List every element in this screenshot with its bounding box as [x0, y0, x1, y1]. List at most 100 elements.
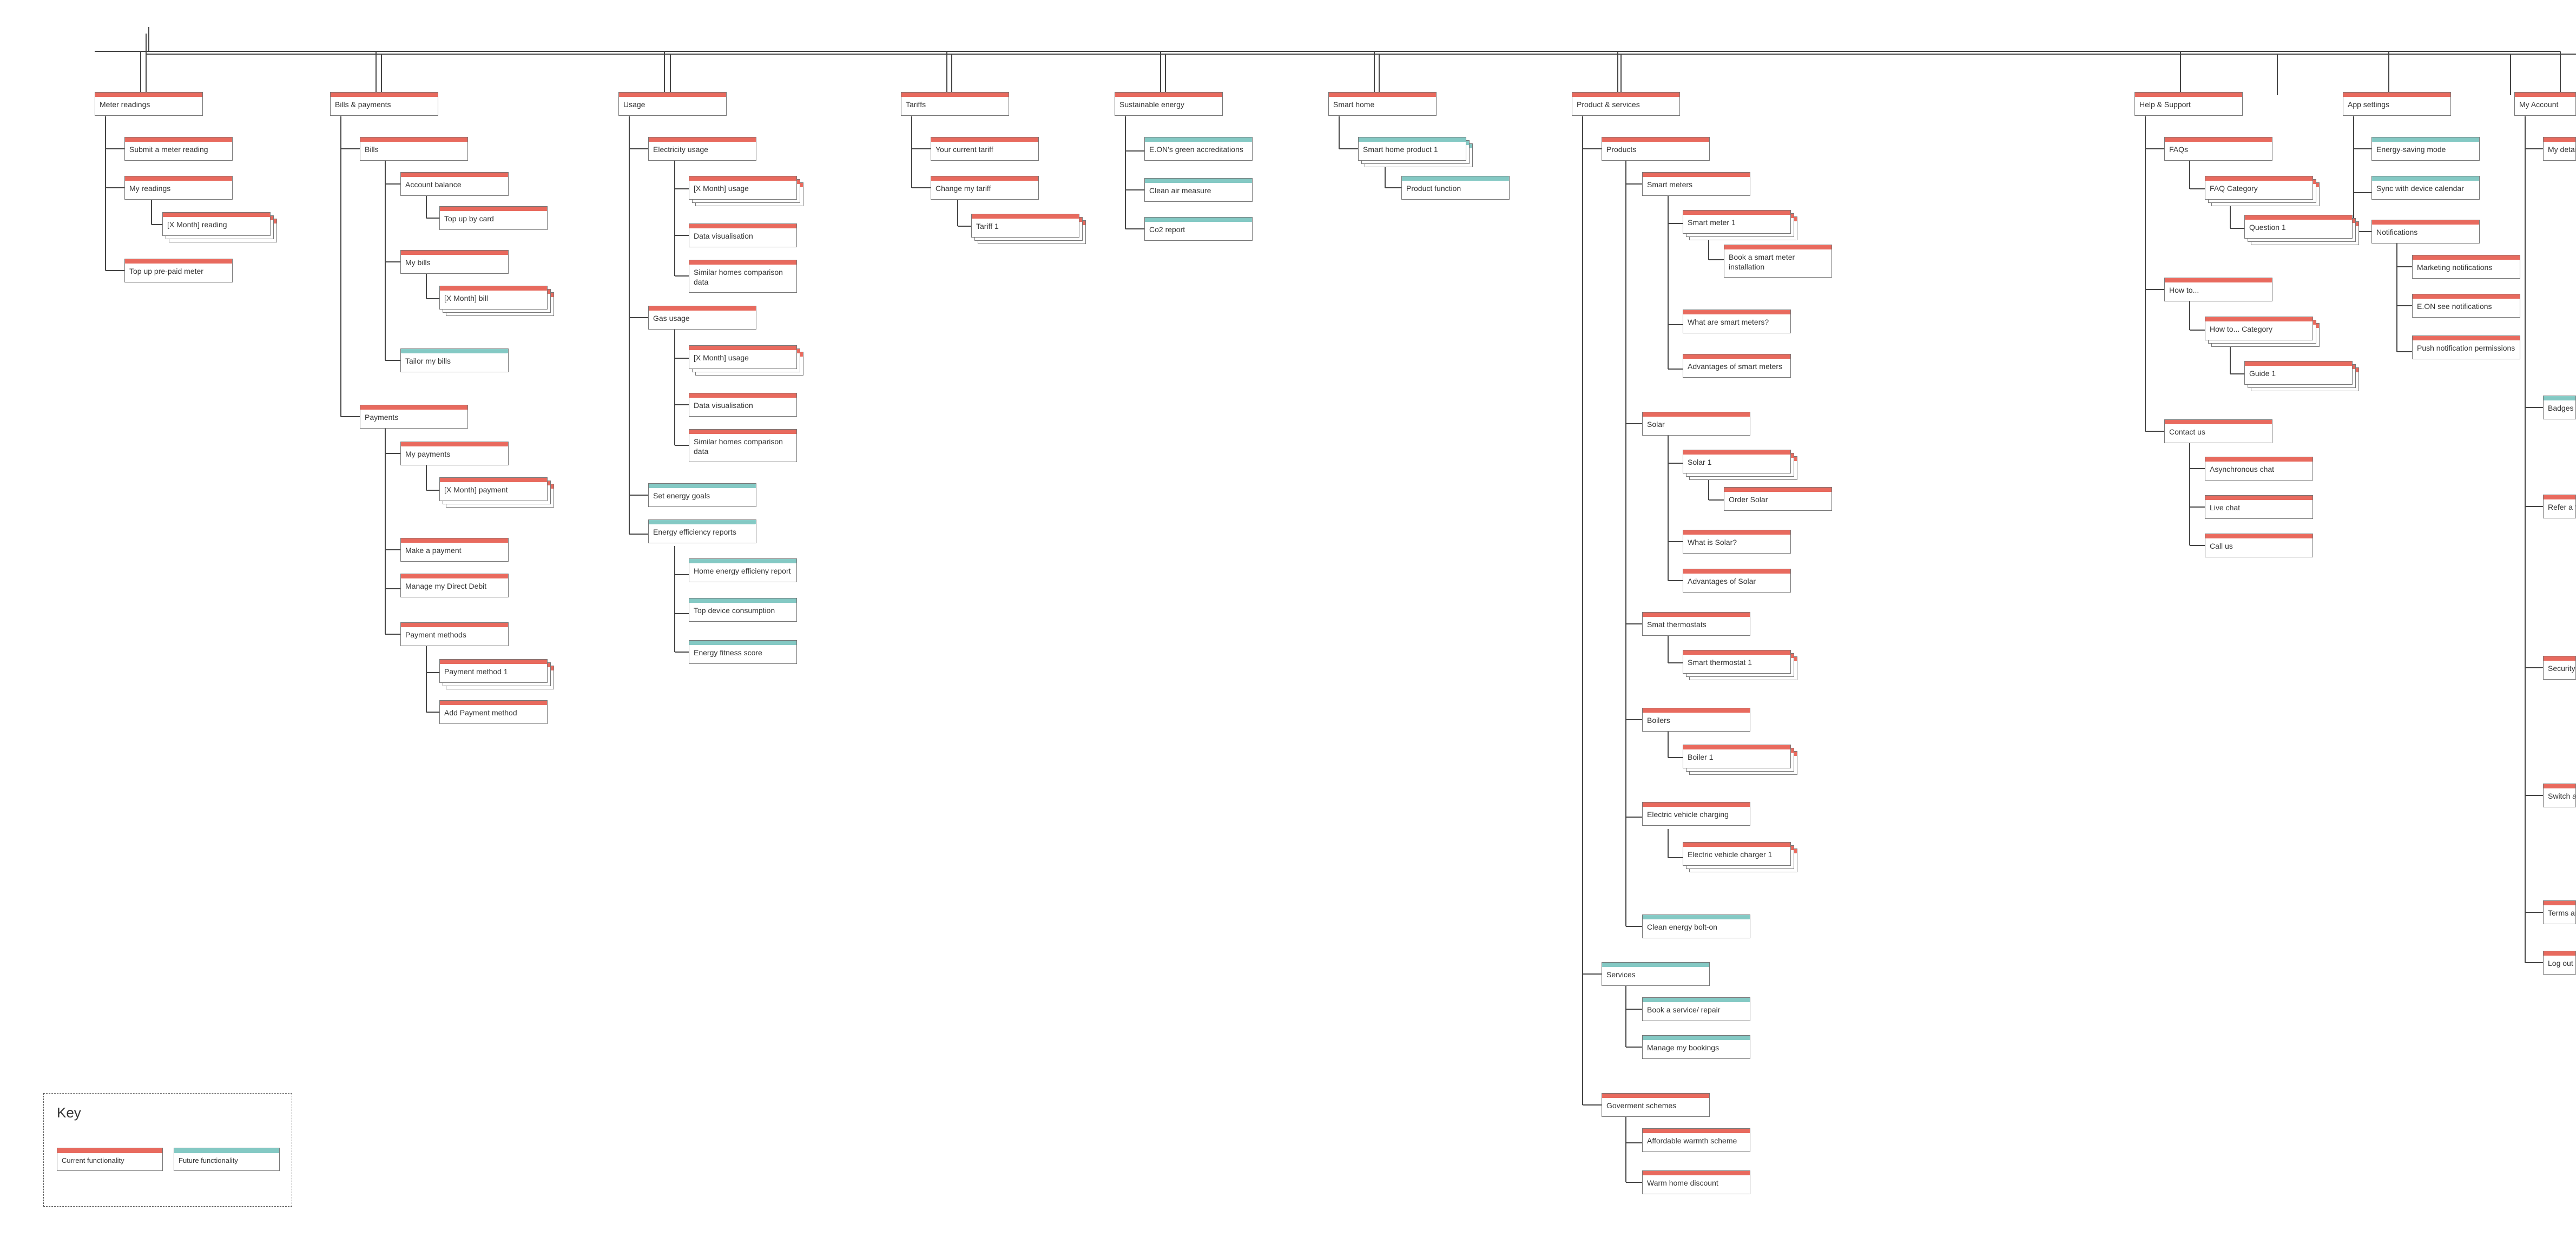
node-gas-dataviz[interactable]: Data visualisation: [689, 393, 797, 417]
node-gas-similar[interactable]: Similar homes comparison data: [689, 429, 797, 462]
node-book-sm[interactable]: Book a smart meter installation: [1724, 245, 1832, 278]
node-smart-meters[interactable]: Smart meters: [1642, 172, 1750, 196]
node-tariffs[interactable]: Tariffs: [901, 92, 1009, 116]
node-top-device[interactable]: Top device consumption: [689, 598, 797, 622]
node-change-tariff[interactable]: Change my tariff: [931, 176, 1039, 200]
node-push-notif[interactable]: Push notification permissions: [2412, 335, 2520, 359]
node-faq-category[interactable]: FAQ Category: [2205, 176, 2320, 206]
node-logout[interactable]: Log out: [2543, 951, 2576, 975]
node-usage[interactable]: Usage: [618, 92, 727, 116]
node-xmonth-payment[interactable]: [X Month] payment: [439, 477, 554, 508]
node-my-bills[interactable]: My bills: [400, 250, 509, 274]
node-products[interactable]: Products: [1602, 137, 1710, 161]
node-marketing-notif[interactable]: Marketing notifications: [2412, 255, 2520, 279]
node-bills[interactable]: Bills: [360, 137, 468, 161]
sitemap-canvas: Meter readings Bills & payments Usage Ta…: [0, 0, 2576, 1237]
node-clean-air[interactable]: Clean air measure: [1144, 178, 1253, 202]
node-what-solar[interactable]: What is Solar?: [1683, 530, 1791, 554]
node-ev[interactable]: Electric vehicle charging: [1642, 802, 1750, 826]
node-products-services[interactable]: Product & services: [1572, 92, 1680, 116]
node-payment-methods[interactable]: Payment methods: [400, 622, 509, 646]
node-sync-calendar[interactable]: Sync with device calendar: [2371, 176, 2480, 200]
label: Energy-saving mode: [2372, 142, 2479, 160]
node-topup-prepaid[interactable]: Top up pre-paid meter: [124, 259, 233, 282]
node-boiler1[interactable]: Boiler 1: [1683, 745, 1797, 775]
node-order-solar[interactable]: Order Solar: [1724, 487, 1832, 511]
node-adv-sm[interactable]: Advantages of smart meters: [1683, 354, 1791, 378]
node-terms[interactable]: Terms and conditions: [2543, 900, 2576, 924]
node-submit-reading[interactable]: Submit a meter reading: [124, 137, 233, 161]
node-topup-card[interactable]: Top up by card: [439, 206, 548, 230]
node-help-support[interactable]: Help & Support: [2134, 92, 2243, 116]
node-howto[interactable]: How to...: [2164, 278, 2272, 301]
node-contact-us[interactable]: Contact us: [2164, 419, 2272, 443]
node-ev1[interactable]: Electric vehicle charger 1: [1683, 842, 1797, 872]
node-guide-1[interactable]: Guide 1: [2244, 361, 2359, 391]
node-home-report[interactable]: Home energy efficieny report: [689, 558, 797, 582]
node-elec-dataviz[interactable]: Data visualisation: [689, 223, 797, 247]
node-elec-xmonth[interactable]: [X Month] usage: [689, 176, 803, 206]
node-govt-schemes[interactable]: Goverment schemes: [1602, 1093, 1710, 1117]
node-xmonth-bill[interactable]: [X Month] bill: [439, 286, 554, 316]
node-fitness-score[interactable]: Energy fitness score: [689, 640, 797, 664]
node-services[interactable]: Services: [1602, 962, 1710, 986]
node-eonsee-notif[interactable]: E.ON see notifications: [2412, 294, 2520, 318]
node-async-chat[interactable]: Asynchronous chat: [2205, 457, 2313, 481]
node-refer[interactable]: Refer a friend to E.ON: [2543, 495, 2576, 518]
node-meter-readings[interactable]: Meter readings: [95, 92, 203, 116]
node-howto-category[interactable]: How to... Category: [2205, 317, 2320, 347]
node-warm-home[interactable]: Warm home discount: [1642, 1170, 1750, 1194]
node-payments[interactable]: Payments: [360, 405, 468, 429]
node-smat1[interactable]: Smart thermostat 1: [1683, 650, 1797, 680]
node-ee-reports[interactable]: Energy efficiency reports: [648, 519, 756, 543]
node-faqs[interactable]: FAQs: [2164, 137, 2272, 161]
label: Guide 1: [2245, 366, 2352, 384]
node-call-us[interactable]: Call us: [2205, 534, 2313, 557]
node-payment-method-1[interactable]: Payment method 1: [439, 659, 554, 689]
node-app-settings[interactable]: App settings: [2343, 92, 2451, 116]
node-switch-account[interactable]: Switch account: [2543, 784, 2576, 807]
node-smat[interactable]: Smat thermostats: [1642, 612, 1750, 636]
node-green-accred[interactable]: E.ON's green accreditations: [1144, 137, 1253, 161]
node-gas-xmonth[interactable]: [X Month] usage: [689, 345, 803, 376]
node-make-payment[interactable]: Make a payment: [400, 538, 509, 562]
node-elec-similar[interactable]: Similar homes comparison data: [689, 260, 797, 293]
node-clean-bolt[interactable]: Clean energy bolt-on: [1642, 914, 1750, 938]
node-current-tariff[interactable]: Your current tariff: [931, 137, 1039, 161]
node-my-payments[interactable]: My payments: [400, 442, 509, 465]
node-boilers[interactable]: Boilers: [1642, 708, 1750, 732]
node-my-account[interactable]: My Account: [2514, 92, 2576, 116]
node-solar[interactable]: Solar: [1642, 412, 1750, 436]
node-sm1[interactable]: Smart meter 1: [1683, 210, 1797, 240]
node-afford-warmth[interactable]: Affordable warmth scheme: [1642, 1128, 1750, 1152]
node-solar1[interactable]: Solar 1: [1683, 450, 1797, 480]
node-bills-payments[interactable]: Bills & payments: [330, 92, 438, 116]
node-book-service[interactable]: Book a service/ repair: [1642, 997, 1750, 1021]
node-badges[interactable]: Badges: [2543, 396, 2576, 419]
node-product-function[interactable]: Product function: [1401, 176, 1510, 200]
node-smart-product-1[interactable]: Smart home product 1: [1358, 137, 1473, 167]
node-account-balance[interactable]: Account balance: [400, 172, 509, 196]
node-xmonth-reading[interactable]: [X Month] reading: [162, 212, 277, 242]
node-my-details[interactable]: My details: [2543, 137, 2576, 161]
node-adv-solar[interactable]: Advantages of Solar: [1683, 569, 1791, 593]
node-sustainable[interactable]: Sustainable energy: [1115, 92, 1223, 116]
node-tailor-bills[interactable]: Tailor my bills: [400, 348, 509, 372]
node-add-payment[interactable]: Add Payment method: [439, 700, 548, 724]
node-energy-goals[interactable]: Set energy goals: [648, 483, 756, 507]
node-elec-usage[interactable]: Electricity usage: [648, 137, 756, 161]
node-security[interactable]: Security: [2543, 656, 2576, 680]
node-question-1[interactable]: Question 1: [2244, 215, 2359, 245]
node-live-chat[interactable]: Live chat: [2205, 495, 2313, 519]
node-tariff-1[interactable]: Tariff 1: [971, 214, 1086, 244]
node-gas-usage[interactable]: Gas usage: [648, 306, 756, 330]
node-what-sm[interactable]: What are smart meters?: [1683, 310, 1791, 333]
label: Gas usage: [649, 311, 756, 329]
node-energy-saving[interactable]: Energy-saving mode: [2371, 137, 2480, 161]
node-manage-bookings[interactable]: Manage my bookings: [1642, 1035, 1750, 1059]
node-co2-report[interactable]: Co2 report: [1144, 217, 1253, 241]
node-my-readings[interactable]: My readings: [124, 176, 233, 200]
node-manage-dd[interactable]: Manage my Direct Debit: [400, 574, 509, 597]
node-smart-home[interactable]: Smart home: [1328, 92, 1437, 116]
node-notifications[interactable]: Notifications: [2371, 220, 2480, 244]
